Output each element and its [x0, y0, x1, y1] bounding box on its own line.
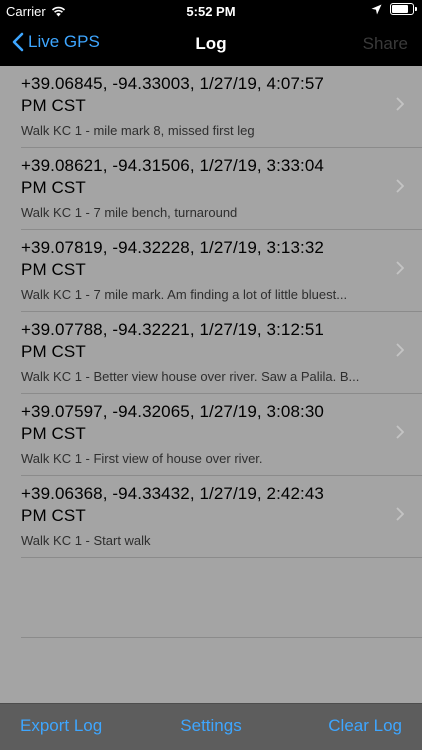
chevron-right-icon: [396, 343, 404, 357]
log-entry-title: +39.07819, -94.32228, 1/27/19, 3:13:32 PM…: [21, 238, 324, 279]
log-entry-title: +39.07788, -94.32221, 1/27/19, 3:12:51 PM…: [21, 320, 324, 361]
log-entry-note: Walk KC 1 - mile mark 8, missed first le…: [21, 123, 255, 138]
log-entry-row[interactable]: +39.06368, -94.33432, 1/27/19, 2:42:43 PM…: [0, 476, 422, 558]
log-entry-note: Walk KC 1 - Start walk: [21, 533, 151, 548]
log-entry-note: Walk KC 1 - 7 mile bench, turnaround: [21, 205, 238, 220]
share-button[interactable]: Share: [363, 34, 408, 54]
status-bar: Carrier 5:52 PM: [0, 0, 422, 22]
chevron-right-icon: [396, 425, 404, 439]
log-entry-title: +39.06368, -94.33432, 1/27/19, 2:42:43 PM…: [21, 484, 324, 525]
status-right: [371, 3, 417, 15]
log-entry-row[interactable]: +39.06845, -94.33003, 1/27/19, 4:07:57 PM…: [0, 66, 422, 148]
log-entry-row[interactable]: +39.07819, -94.32228, 1/27/19, 3:13:32 PM…: [0, 230, 422, 312]
chevron-right-icon: [396, 179, 404, 193]
location-arrow-icon: [371, 4, 382, 14]
page-title: Log: [195, 34, 227, 53]
chevron-right-icon: [396, 97, 404, 111]
clock: 5:52 PM: [186, 4, 236, 19]
navigation-bar: Live GPS Log Share: [0, 22, 422, 66]
empty-row-divider: [21, 637, 422, 638]
chevron-right-icon: [396, 261, 404, 275]
log-entry-row[interactable]: +39.08621, -94.31506, 1/27/19, 3:33:04 PM…: [0, 148, 422, 230]
log-entry-note: Walk KC 1 - Better view house over river…: [21, 369, 360, 384]
battery-icon: [390, 3, 417, 15]
log-entry-title: +39.08621, -94.31506, 1/27/19, 3:33:04 PM…: [21, 156, 324, 197]
bottom-toolbar: Export Log Settings Clear Log: [0, 703, 422, 750]
row-divider: [21, 557, 422, 558]
log-entry-note: Walk KC 1 - 7 mile mark. Am finding a lo…: [21, 287, 348, 302]
log-entry-row[interactable]: +39.07788, -94.32221, 1/27/19, 3:12:51 PM…: [0, 312, 422, 394]
log-entry-note: Walk KC 1 - First view of house over riv…: [21, 451, 263, 466]
log-list: +39.06845, -94.33003, 1/27/19, 4:07:57 PM…: [0, 66, 422, 558]
chevron-right-icon: [396, 507, 404, 521]
log-entry-title: +39.06845, -94.33003, 1/27/19, 4:07:57 PM…: [21, 74, 324, 115]
log-entry-title: +39.07597, -94.32065, 1/27/19, 3:08:30 PM…: [21, 402, 324, 443]
log-entry-row[interactable]: +39.07597, -94.32065, 1/27/19, 3:08:30 PM…: [0, 394, 422, 476]
clear-log-button[interactable]: Clear Log: [328, 716, 402, 736]
